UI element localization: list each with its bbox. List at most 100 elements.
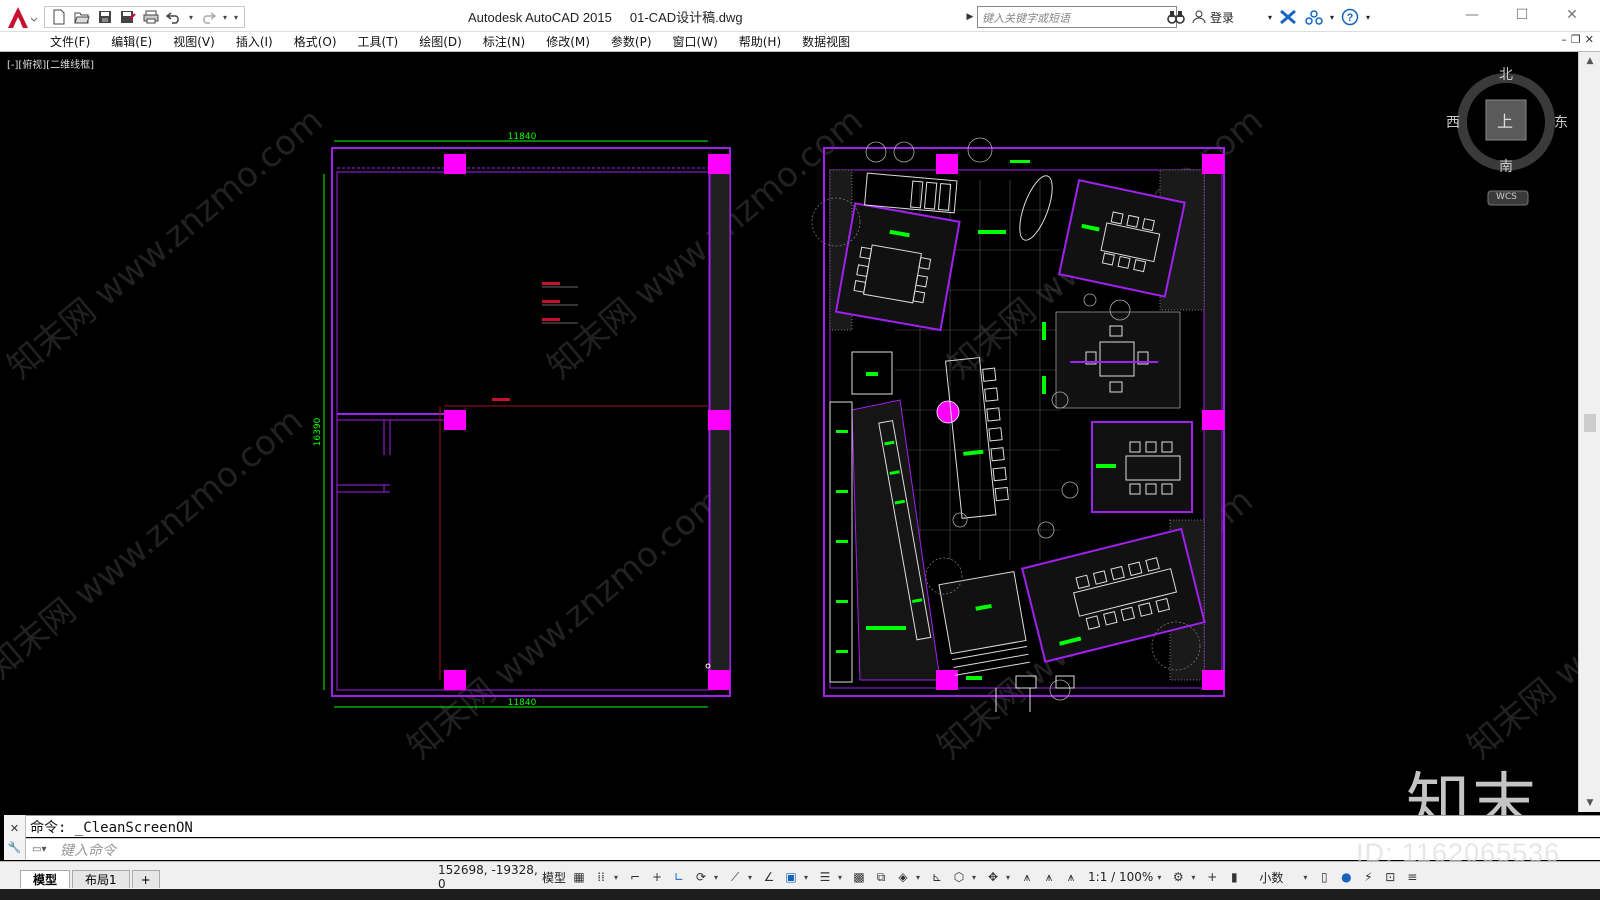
transparency-icon[interactable]: ▩ (850, 868, 868, 886)
annotation-scale[interactable]: 1:1 / 100% (1088, 870, 1153, 884)
lineweight-dropdown-icon[interactable]: ▾ (838, 873, 846, 882)
snap-dropdown-icon[interactable]: ▾ (614, 873, 622, 882)
site-watermark: 知末网 www.znzmo.com (400, 480, 731, 766)
units-dropdown-icon[interactable]: ▾ (1303, 873, 1311, 882)
cabinet (910, 180, 924, 209)
inner-wall (336, 171, 710, 691)
green-tag (1096, 464, 1116, 468)
ortho-icon[interactable]: ∟ (670, 868, 688, 886)
tab-model[interactable]: 模型 (20, 870, 71, 888)
plant-pot (865, 141, 887, 163)
dynamic-input-icon[interactable]: + (648, 868, 666, 886)
chair (984, 387, 999, 402)
scroll-up-icon[interactable]: ▲ (1579, 56, 1600, 66)
green-tag (978, 230, 1006, 234)
object-snap-tracking-icon[interactable]: ∠ (760, 868, 778, 886)
dim-text-bottom: 11840 (508, 698, 537, 708)
plant-pot (1061, 481, 1079, 499)
column (444, 410, 466, 430)
viewcube-north[interactable]: 北 (1499, 64, 1513, 84)
3d-snap-dropdown-icon[interactable]: ▾ (916, 873, 924, 882)
units-selector[interactable]: 小数 (1259, 869, 1299, 886)
command-close-icon[interactable]: ✕ (10, 822, 19, 835)
selection-cycling-icon[interactable]: ⧉ (872, 868, 890, 886)
units-icon[interactable]: ▮ (1225, 868, 1243, 886)
isometric-drafting-icon[interactable]: ⟋ (726, 868, 744, 886)
dynamic-ucs-icon[interactable]: ⊾ (928, 868, 946, 886)
command-history-line: 命令: _CleanScreenON (30, 819, 193, 836)
red-mark (492, 398, 510, 401)
command-line-handle[interactable]: ✕ 🔧 (4, 815, 26, 860)
graphics-performance-icon[interactable]: ⚡ (1359, 868, 1377, 886)
column (444, 154, 466, 174)
viewcube[interactable]: 北 南 西 东 上 WCS (1446, 64, 1568, 216)
room-wall (938, 570, 1027, 655)
coordinate-readout[interactable]: 152698, -19328, 0 (438, 863, 538, 891)
3d-object-snap-icon[interactable]: ◈ (894, 868, 912, 886)
isometric-dropdown-icon[interactable]: ▾ (748, 873, 756, 882)
annotation-scale-icon[interactable]: ⩚ (1062, 868, 1080, 886)
wcs-menu[interactable]: WCS (1496, 192, 1517, 202)
add-layout-button[interactable]: + (131, 870, 160, 888)
bottom-room (938, 570, 1030, 676)
elevation-marker (542, 318, 560, 321)
status-tools: 152698, -19328, 0 模型 ▦ ⁞⁞ ▾ ⌐ + ∟ ⟳ ▾ ⟋ … (390, 863, 1421, 891)
viewcube-south[interactable]: 南 (1499, 156, 1513, 176)
viewcube-top-face[interactable]: 上 (1497, 108, 1513, 132)
scrollbar-thumb[interactable] (1584, 414, 1596, 432)
cabinet (937, 182, 952, 211)
drawing-close-icon[interactable]: ✕ (1585, 33, 1594, 46)
clean-screen-icon[interactable]: ⊡ (1381, 868, 1399, 886)
gizmo-icon[interactable]: ✥ (984, 868, 1002, 886)
viewcube-east[interactable]: 东 (1554, 112, 1568, 132)
green-tag (1042, 322, 1046, 340)
model-space-toggle[interactable]: 模型 (542, 869, 566, 886)
isolate-objects-icon[interactable]: ● (1337, 868, 1355, 886)
green-tag (836, 430, 848, 433)
annotation-visibility-icon[interactable]: ⩚ (1018, 868, 1036, 886)
snap-icon[interactable]: ⁞⁞ (592, 868, 610, 886)
auto-scale-icon[interactable]: ⩚ (1040, 868, 1058, 886)
gizmo-dropdown-icon[interactable]: ▾ (1006, 873, 1014, 882)
infer-constraints-icon[interactable]: ⌐ (626, 868, 644, 886)
annotation-monitor-icon[interactable]: + (1203, 868, 1221, 886)
chair (990, 447, 1005, 462)
green-tag (963, 449, 984, 456)
plant-pot (967, 137, 993, 163)
polar-dropdown-icon[interactable]: ▾ (714, 873, 722, 882)
elevation-marker (542, 300, 560, 303)
column (1202, 670, 1224, 690)
chair (992, 466, 1007, 482)
column (444, 670, 466, 690)
site-watermark: 知末网 www.znzmo.com (0, 400, 311, 686)
room-wall (1057, 179, 1186, 298)
taskbar-strip (0, 889, 1600, 900)
column (1202, 410, 1224, 430)
column (936, 670, 958, 690)
command-settings-icon[interactable]: 🔧 (8, 841, 22, 854)
object-snap-dropdown-icon[interactable]: ▾ (804, 873, 812, 882)
polar-tracking-icon[interactable]: ⟳ (692, 868, 710, 886)
surfboard-table (1019, 175, 1053, 241)
command-prompt-icon[interactable]: ▭▾ (32, 842, 54, 858)
status-bar: 模型 布局1 + 152698, -19328, 0 模型 ▦ ⁞⁞ ▾ ⌐ +… (0, 861, 1600, 891)
column (1202, 154, 1224, 174)
plant-pot (893, 141, 915, 163)
scale-dropdown-icon[interactable]: ▾ (1157, 873, 1165, 882)
viewcube-west[interactable]: 西 (1446, 112, 1460, 132)
tab-layout1[interactable]: 布局1 (72, 870, 130, 888)
green-tag (866, 626, 906, 630)
grid-icon[interactable]: ▦ (570, 868, 588, 886)
selection-filter-icon[interactable]: ⬡ (950, 868, 968, 886)
scroll-down-icon[interactable]: ▼ (1579, 798, 1600, 808)
workspace-gear-icon[interactable]: ⚙ (1169, 868, 1187, 886)
customization-icon[interactable]: ≡ (1403, 868, 1421, 886)
meeting-room-c (1091, 421, 1193, 513)
workspace-dropdown-icon[interactable]: ▾ (1191, 873, 1199, 882)
vertical-scrollbar[interactable]: ▲ ▼ (1578, 52, 1600, 812)
command-input[interactable]: 键入命令 (60, 840, 116, 860)
quick-properties-icon[interactable]: ▯ (1315, 868, 1333, 886)
filter-dropdown-icon[interactable]: ▾ (972, 873, 980, 882)
object-snap-icon[interactable]: ▣ (782, 868, 800, 886)
lineweight-icon[interactable]: ☰ (816, 868, 834, 886)
